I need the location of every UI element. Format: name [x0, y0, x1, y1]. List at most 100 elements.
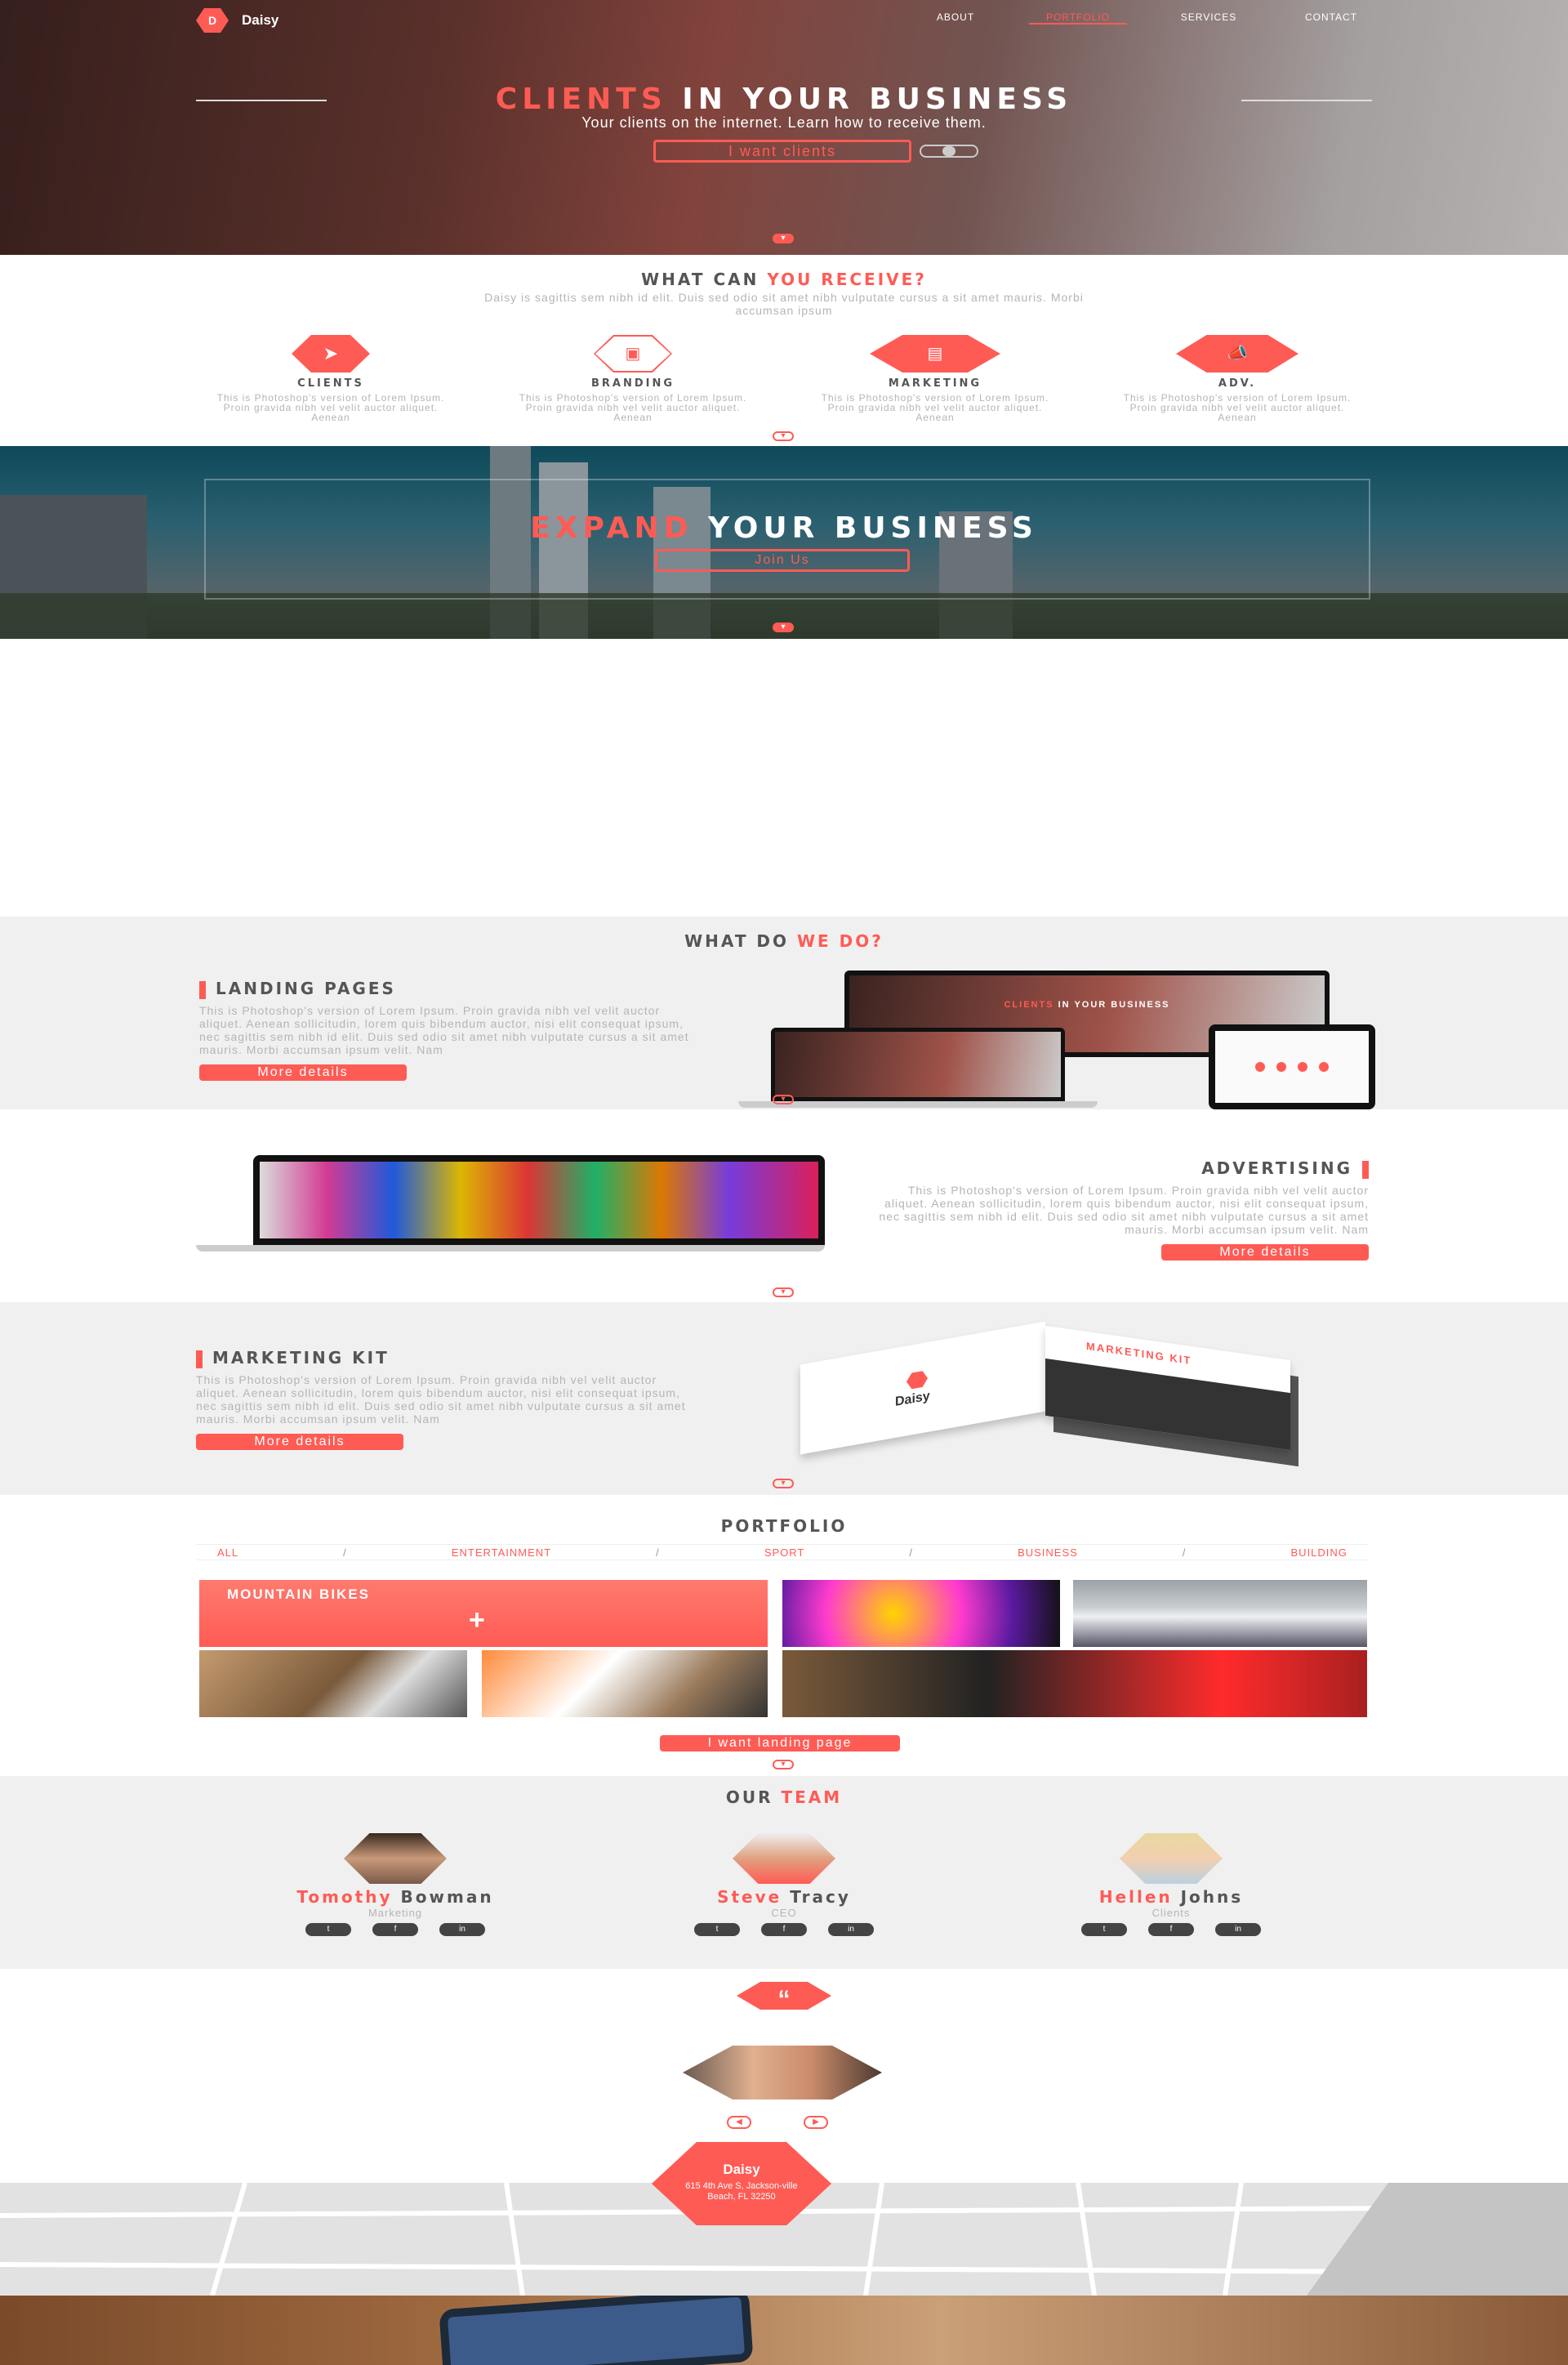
hero-rule-left — [196, 100, 327, 101]
landing-section: WHAT DO WE DO? LANDING PAGES This is Pho… — [0, 917, 1568, 1109]
portfolio-item-stationery[interactable] — [482, 1650, 768, 1717]
linkedin-icon[interactable]: in — [828, 1923, 874, 1936]
scroll-down-icon[interactable]: ▾ — [773, 234, 794, 243]
portfolio-item-mountain-bikes[interactable]: MOUNTAIN BIKES + — [199, 1580, 768, 1647]
linkedin-icon[interactable]: in — [1215, 1923, 1261, 1936]
plus-icon: + — [469, 1604, 485, 1635]
testimonial-avatar — [683, 2046, 882, 2099]
nav-item-about[interactable]: ABOUT — [915, 11, 996, 25]
services-title-plain: WHAT DO — [684, 931, 797, 951]
feature-clients: ➤ CLIENTS This is Photoshop's version of… — [196, 335, 466, 422]
scroll-down-icon[interactable]: ▾ — [773, 1095, 794, 1104]
member-role: CEO — [771, 1907, 797, 1919]
portfolio-item-bus[interactable] — [1073, 1580, 1367, 1647]
team-title-accent: TEAM — [781, 1787, 843, 1807]
twitter-icon[interactable]: t — [305, 1923, 351, 1936]
facebook-icon[interactable]: f — [372, 1923, 418, 1936]
team-title: OUR TEAM — [0, 1787, 1568, 1807]
twitter-icon[interactable]: t — [694, 1923, 740, 1936]
member-role: Marketing — [368, 1907, 423, 1919]
tablet-mockup — [1209, 1024, 1375, 1109]
advertising-text-block: ADVERTISING This is Photoshop's version … — [879, 1158, 1369, 1261]
member-last-name: Johns — [1172, 1887, 1244, 1907]
scroll-down-icon[interactable]: ▾ — [773, 1479, 794, 1488]
nav-menu: ABOUT PORTFOLIO SERVICES CONTACT — [915, 11, 1372, 25]
marketing-title-text: MARKETING KIT — [212, 1348, 390, 1368]
twitter-icon[interactable]: t — [1081, 1923, 1127, 1936]
filter-business[interactable]: BUSINESS — [1018, 1546, 1078, 1559]
linkedin-icon[interactable]: in — [439, 1923, 485, 1936]
footer-image — [0, 2296, 1568, 2365]
contact-address: 615 4th Ave S, Jackson-ville Beach, FL 3… — [685, 2181, 798, 2202]
nav-item-portfolio[interactable]: PORTFOLIO — [1029, 11, 1127, 25]
services-title: WHAT DO WE DO? — [0, 931, 1568, 951]
portfolio-grid: MOUNTAIN BIKES + — [199, 1580, 1369, 1717]
team-section: OUR TEAM Tomothy Bowman Marketing t f in… — [0, 1776, 1568, 1969]
ad-laptop-mockup — [253, 1155, 825, 1245]
marketing-title: MARKETING KIT — [196, 1348, 686, 1368]
landing-more-button[interactable]: More details — [199, 1064, 407, 1081]
testimonial-next-button[interactable]: ▶ — [804, 2116, 828, 2129]
mock-title-accent: CLIENTS — [1004, 1000, 1054, 1010]
landing-text-block: LANDING PAGES This is Photoshop's versio… — [199, 979, 689, 1081]
monitor-icon: ▣ — [594, 335, 672, 373]
receive-text: Daisy is sagittis sem nibh id elit. Duis… — [484, 291, 1084, 317]
hero-subtitle: Your clients on the internet. Learn how … — [581, 114, 987, 131]
receive-title-plain: WHAT CAN — [641, 270, 768, 289]
rocket-icon: ➤ — [292, 335, 370, 373]
facebook-icon[interactable]: f — [1148, 1923, 1194, 1936]
feature-list: ➤ CLIENTS This is Photoshop's version of… — [196, 335, 1372, 441]
feature-text: This is Photoshop's version of Lorem Ips… — [519, 392, 747, 423]
presentation-icon: ▤ — [870, 335, 1000, 373]
kit-left-page: Daisy — [800, 1321, 1045, 1455]
member-first-name: Tomothy — [296, 1887, 393, 1907]
kit-logo-text: Daisy — [895, 1389, 930, 1409]
filter-entertainment[interactable]: ENTERTAINMENT — [452, 1546, 551, 1559]
scroll-down-icon[interactable]: ▾ — [773, 431, 794, 441]
nav-item-contact[interactable]: CONTACT — [1290, 11, 1372, 25]
advertising-title-text: ADVERTISING — [1201, 1158, 1352, 1178]
filter-all[interactable]: ALL — [217, 1546, 238, 1559]
portfolio-item-cars[interactable] — [782, 1650, 1367, 1717]
megaphone-icon: 📣 — [1176, 335, 1298, 373]
receive-section: WHAT CAN YOU RECEIVE? Daisy is sagittis … — [0, 255, 1568, 446]
portfolio-section: PORTFOLIO ALL / ENTERTAINMENT / SPORT / BUS… — [0, 1495, 1568, 1776]
marketing-more-button[interactable]: More details — [196, 1433, 403, 1450]
feature-title: MARKETING — [888, 377, 982, 390]
filter-building[interactable]: BUILDING — [1291, 1546, 1348, 1559]
testimonial-prev-button[interactable]: ◀ — [727, 2116, 751, 2129]
hero-toggle[interactable] — [920, 145, 978, 158]
advertising-text: This is Photoshop's version of Lorem Ips… — [879, 1183, 1369, 1236]
join-us-button[interactable]: Join Us — [655, 549, 910, 572]
advertising-title: ADVERTISING — [879, 1158, 1369, 1179]
feature-title: CLIENTS — [297, 377, 364, 390]
hero-cta-button[interactable]: I want clients — [653, 140, 911, 163]
services-title-accent: WE DO? — [797, 931, 884, 951]
feature-branding: ▣ BRANDING This is Photoshop's version o… — [498, 335, 768, 422]
marketing-text-block: MARKETING KIT This is Photoshop's versio… — [196, 1348, 686, 1450]
feature-text: This is Photoshop's version of Lorem Ips… — [216, 392, 445, 423]
portfolio-filters: ALL / ENTERTAINMENT / SPORT / BUSINESS / BUI… — [196, 1544, 1369, 1560]
want-landing-page-button[interactable]: I want landing page — [660, 1735, 900, 1751]
marketing-section: MARKETING KIT This is Photoshop's versio… — [0, 1302, 1568, 1495]
member-last-name: Tracy — [782, 1887, 851, 1907]
mock-title-rest: IN YOUR BUSINESS — [1054, 1000, 1170, 1010]
phone-icon — [439, 2296, 754, 2365]
member-first-name: Hellen — [1098, 1887, 1173, 1907]
ad-laptop-base — [196, 1245, 825, 1252]
facebook-icon[interactable]: f — [761, 1923, 807, 1936]
feature-title: BRANDING — [590, 377, 675, 390]
portfolio-item-neon[interactable] — [782, 1580, 1060, 1647]
scroll-down-icon[interactable]: ▾ — [773, 1760, 794, 1769]
scroll-down-icon[interactable]: ▾ — [773, 622, 794, 632]
member-name: Tomothy Bowman — [234, 1887, 557, 1907]
advertising-more-button[interactable]: More details — [1161, 1243, 1369, 1261]
member-first-name: Steve — [717, 1887, 782, 1907]
nav-item-services[interactable]: SERVICES — [1160, 11, 1258, 25]
portfolio-item-cards[interactable] — [199, 1650, 467, 1717]
filter-sport[interactable]: SPORT — [764, 1546, 805, 1559]
scroll-down-icon[interactable]: ▾ — [773, 1287, 794, 1297]
hero-rule-right — [1241, 100, 1372, 101]
logo[interactable]: D Daisy — [196, 8, 278, 33]
feature-adv: 📣 ADV. This is Photoshop's version of Lo… — [1102, 335, 1372, 422]
